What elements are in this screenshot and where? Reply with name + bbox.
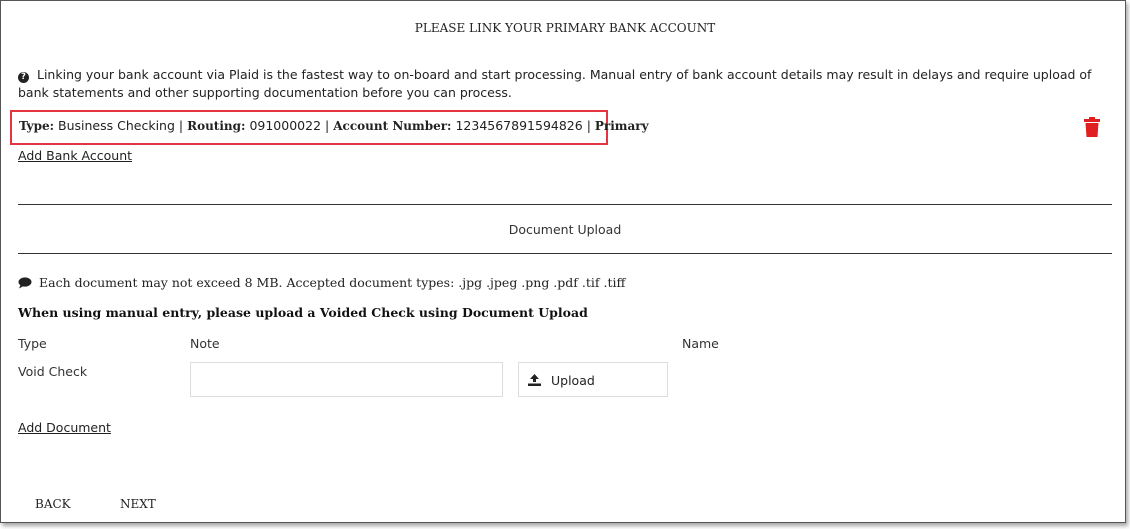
note-input[interactable]	[190, 362, 503, 397]
account-number-label: Account Number:	[333, 119, 452, 133]
column-header-note: Note	[190, 336, 220, 351]
page-title: PLEASE LINK YOUR PRIMARY BANK ACCOUNT	[414, 21, 716, 35]
next-button[interactable]: NEXT	[120, 497, 156, 511]
comment-icon	[18, 277, 32, 289]
trash-icon[interactable]	[1084, 117, 1100, 137]
upload-info: Each document may not exceed 8 MB. Accep…	[18, 275, 625, 290]
upload-button[interactable]: Upload	[518, 362, 668, 397]
separator: |	[586, 118, 591, 133]
add-bank-account-link[interactable]: Add Bank Account	[18, 148, 132, 163]
separator: |	[178, 118, 184, 133]
plaid-notice: ? Linking your bank account via Plaid is …	[18, 66, 1108, 102]
column-header-type: Type	[18, 336, 47, 351]
divider	[18, 204, 1112, 205]
routing-label: Routing:	[187, 119, 246, 133]
add-document-link[interactable]: Add Document	[18, 420, 111, 435]
notice-text: Linking your bank account via Plaid is t…	[18, 67, 1092, 100]
document-upload-title: Document Upload	[508, 222, 622, 237]
upload-label: Upload	[551, 373, 595, 388]
type-label: Type:	[19, 119, 55, 133]
bank-account-summary: Type: Business Checking | Routing: 09100…	[19, 118, 649, 133]
separator: |	[325, 118, 330, 133]
upload-icon	[528, 374, 541, 386]
routing-value: 091000022	[249, 118, 322, 133]
question-circle-icon: ?	[18, 72, 29, 83]
column-header-name: Name	[682, 336, 719, 351]
voided-check-instruction: When using manual entry, please upload a…	[18, 305, 588, 320]
divider	[18, 253, 1112, 254]
account-number-value: 1234567891594826	[455, 118, 583, 133]
type-value: Business Checking	[58, 118, 175, 133]
upload-info-text: Each document may not exceed 8 MB. Accep…	[39, 275, 626, 290]
document-type-value: Void Check	[18, 364, 88, 379]
back-button[interactable]: BACK	[35, 497, 71, 511]
primary-status: Primary	[594, 119, 649, 133]
